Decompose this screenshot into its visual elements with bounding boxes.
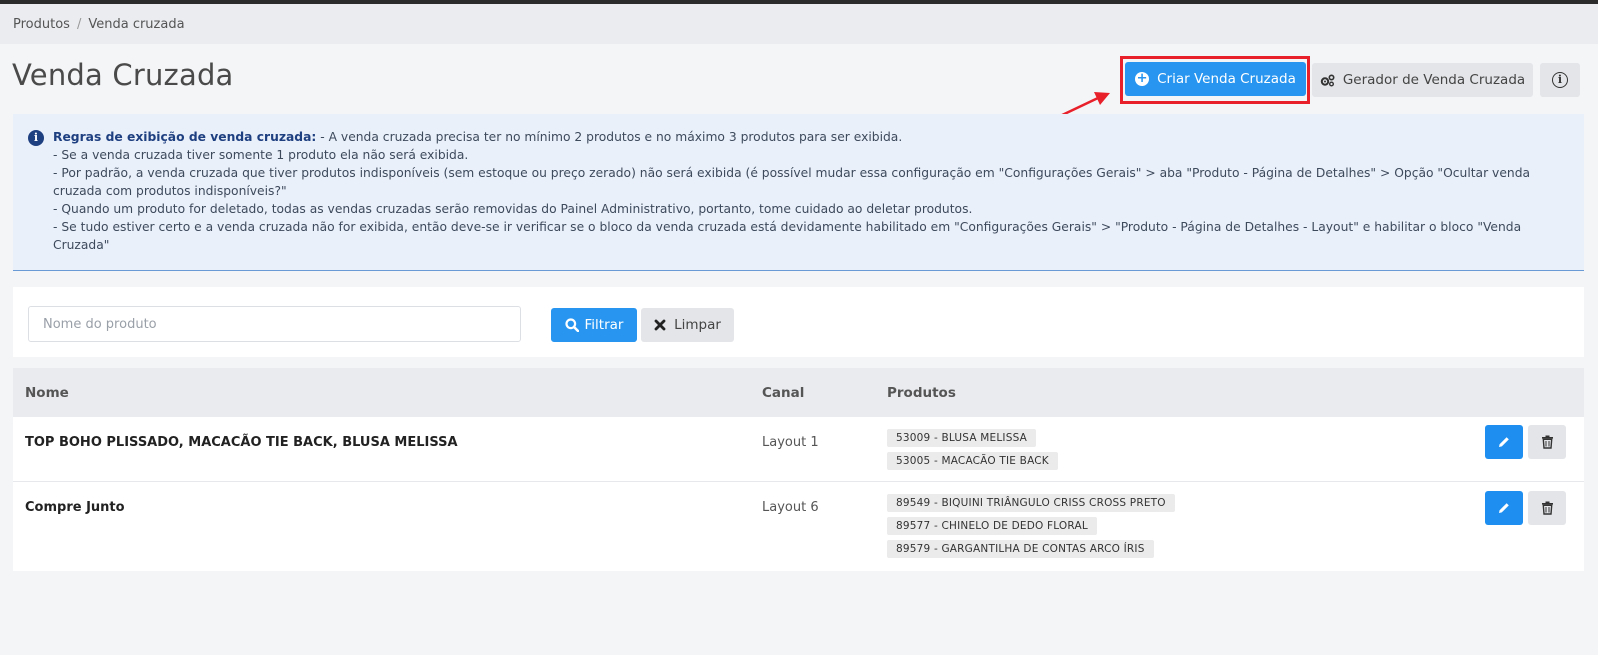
table-header: Nome Canal Produtos — [13, 368, 1584, 417]
edit-button[interactable] — [1485, 491, 1523, 525]
filter-button-label: Filtrar — [584, 317, 624, 333]
trash-icon — [1541, 435, 1553, 449]
clear-button-label: Limpar — [674, 317, 721, 333]
info-button[interactable]: i — [1540, 63, 1580, 97]
row-products: 89549 - BIQUINI TRIÂNGULO CRISS CROSS PR… — [887, 494, 1175, 563]
rules-line-5: - Se tudo estiver certo e a venda cruzad… — [53, 220, 1522, 252]
display-rules-alert: i Regras de exibição de venda cruzada: -… — [13, 114, 1584, 271]
column-header-nome[interactable]: Nome — [25, 385, 69, 401]
trash-icon — [1541, 501, 1553, 515]
breadcrumb-item-produtos[interactable]: Produtos — [13, 17, 70, 32]
delete-button[interactable] — [1528, 425, 1566, 459]
pencil-icon — [1499, 503, 1509, 513]
page-title: Venda Cruzada — [12, 58, 234, 92]
product-tag: 89577 - CHINELO DE DEDO FLORAL — [887, 517, 1097, 535]
filter-button[interactable]: Filtrar — [551, 308, 637, 342]
gears-icon — [1320, 73, 1335, 86]
cross-sell-table: Nome Canal Produtos TOP BOHO PLISSADO, M… — [13, 368, 1584, 571]
product-tag: 89579 - GARGANTILHA DE CONTAS ARCO ÍRIS — [887, 540, 1154, 558]
row-products: 53009 - BLUSA MELISSA 53005 - MACACÃO TI… — [887, 429, 1058, 475]
column-header-canal[interactable]: Canal — [762, 385, 804, 401]
product-tag: 53005 - MACACÃO TIE BACK — [887, 452, 1058, 470]
info-circle-icon: i — [28, 130, 44, 146]
search-icon — [564, 318, 579, 332]
breadcrumb-separator: / — [76, 16, 82, 32]
product-tag: 53009 - BLUSA MELISSA — [887, 429, 1037, 447]
table-row: Compre Junto Layout 6 89549 - BIQUINI TR… — [13, 482, 1584, 571]
cross-sell-generator-button[interactable]: Gerador de Venda Cruzada — [1312, 63, 1533, 97]
cross-sell-generator-label: Gerador de Venda Cruzada — [1342, 72, 1526, 88]
close-icon — [654, 319, 666, 331]
pencil-icon — [1499, 437, 1509, 447]
row-name: Compre Junto — [25, 500, 125, 515]
delete-button[interactable] — [1528, 491, 1566, 525]
row-canal: Layout 6 — [762, 500, 819, 515]
rules-title: Regras de exibição de venda cruzada: — [53, 130, 317, 144]
column-header-produtos: Produtos — [887, 385, 956, 401]
row-canal: Layout 1 — [762, 435, 819, 450]
rules-line-4: - Quando um produto for deletado, todas … — [53, 202, 973, 216]
rules-line-3: - Por padrão, a venda cruzada que tiver … — [53, 166, 1531, 198]
clear-button[interactable]: Limpar — [641, 308, 734, 342]
create-cross-sell-button[interactable]: + Criar Venda Cruzada — [1125, 62, 1306, 96]
rules-line-1: Regras de exibição de venda cruzada: - A… — [53, 128, 1564, 146]
table-row: TOP BOHO PLISSADO, MACACÃO TIE BACK, BLU… — [13, 417, 1584, 482]
breadcrumb-item-current: Venda cruzada — [88, 16, 185, 32]
create-cross-sell-label: Criar Venda Cruzada — [1157, 71, 1296, 87]
row-name: TOP BOHO PLISSADO, MACACÃO TIE BACK, BLU… — [25, 435, 458, 450]
product-name-input[interactable] — [28, 306, 521, 342]
edit-button[interactable] — [1485, 425, 1523, 459]
filter-card: Filtrar Limpar — [13, 287, 1584, 357]
plus-circle-icon: + — [1135, 71, 1150, 86]
rules-line-2: - Se a venda cruzada tiver somente 1 pro… — [53, 148, 469, 162]
breadcrumb: Produtos / Venda cruzada — [0, 4, 1598, 44]
product-tag: 89549 - BIQUINI TRIÂNGULO CRISS CROSS PR… — [887, 494, 1175, 512]
rules-text-1: - A venda cruzada precisa ter no mínimo … — [320, 130, 903, 144]
info-icon: i — [1552, 72, 1568, 88]
